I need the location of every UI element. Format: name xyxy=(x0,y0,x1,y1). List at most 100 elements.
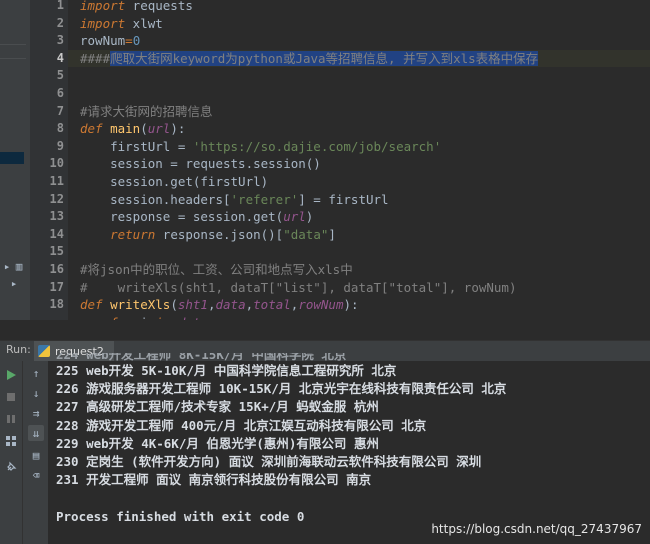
code-token: ] xyxy=(328,226,336,242)
code-area[interactable]: import requests import xlwt rowNum=0 ####爬取… xyxy=(68,0,650,320)
line-number: 15 xyxy=(49,244,64,259)
code-editor[interactable]: ▸ ▥ ▸ 1 2 3 4 5 6 7 8 9 10 11 12 13 14 15 16 17 18 import… xyxy=(0,0,650,320)
code-token: firstUrl = xyxy=(80,138,193,154)
code-token: import xyxy=(80,15,126,31)
code-token: #将json中的职位、工资、公司和地点写入xls中 xyxy=(80,262,353,277)
code-token: ): xyxy=(170,121,186,137)
code-token: requests xyxy=(125,0,193,13)
project-tool-strip: ▸ ▥ ▸ xyxy=(0,0,30,320)
code-token: in xyxy=(155,315,178,320)
scroll-up-icon[interactable]: ↑ xyxy=(28,365,44,381)
code-token: ) xyxy=(305,209,314,225)
line-number: 14 xyxy=(49,226,64,241)
code-line[interactable]: #请求大街网的招聘信息 xyxy=(68,103,650,121)
line-number: 1 xyxy=(56,0,64,12)
code-token: for xyxy=(80,315,140,320)
expand-arrow-icon[interactable]: ▸ xyxy=(6,275,22,291)
pause-icon[interactable] xyxy=(3,411,19,427)
code-line[interactable]: def main(url): xyxy=(68,120,650,138)
code-line[interactable]: session.get(firstUrl) xyxy=(68,173,650,191)
code-token: session.headers[ xyxy=(80,191,231,207)
code-line[interactable]: ####爬取大街网keyword为python或Java等招聘信息, 并写入到x… xyxy=(68,49,650,68)
code-line[interactable] xyxy=(68,85,650,103)
console-actions-toolbar: ↑ ↓ ⇉ ⇊ ▤ ⌫ xyxy=(22,361,49,544)
code-token: "data" xyxy=(283,226,329,242)
line-number: 8 xyxy=(56,121,64,136)
code-line[interactable] xyxy=(68,243,650,261)
code-token: 0 xyxy=(132,33,141,49)
line-number: 6 xyxy=(56,86,64,100)
line-number: 5 xyxy=(56,68,64,83)
pin-icon[interactable] xyxy=(3,459,19,475)
code-line[interactable]: def writeXls(sht1,data,total,rowNum): xyxy=(68,296,650,314)
stop-icon[interactable] xyxy=(3,389,19,405)
line-number: 18 xyxy=(49,297,64,312)
line-number: 16 xyxy=(49,262,64,276)
console-line: 229 web开发 4K-6K/月 伯恩光学(惠州)有限公司 惠州 xyxy=(56,435,379,451)
trash-icon[interactable]: ⌫ xyxy=(28,467,44,483)
code-token: total xyxy=(253,297,291,313)
code-token: xlwt xyxy=(125,15,163,31)
soft-wrap-icon[interactable]: ⇉ xyxy=(28,405,44,421)
code-line[interactable]: return response.json()["data"] xyxy=(68,226,650,244)
code-token: ( xyxy=(140,121,148,137)
code-token: ] = firstUrl xyxy=(298,191,389,207)
code-token: session.get(firstUrl) xyxy=(80,174,269,189)
line-number: 12 xyxy=(49,191,64,206)
code-line[interactable]: rowNum=0 xyxy=(68,32,650,50)
print-icon[interactable]: ▤ xyxy=(28,447,44,463)
code-token: : xyxy=(208,315,216,320)
line-number: 3 xyxy=(56,33,64,48)
console-line: 227 高级研发工程师/技术专家 15K+/月 蚂蚁金服 杭州 xyxy=(56,399,379,415)
code-line[interactable]: firstUrl = 'https://so.dajie.com/job/sea… xyxy=(68,138,650,156)
code-token: = xyxy=(125,33,133,49)
code-token: main xyxy=(110,121,141,137)
code-line[interactable]: import requests xyxy=(68,0,650,15)
process-finished-message: Process finished with exit code 0 xyxy=(56,509,305,524)
layout-icon[interactable] xyxy=(3,433,19,449)
scroll-to-end-icon[interactable]: ⇊ xyxy=(28,425,44,441)
code-line[interactable] xyxy=(68,67,650,85)
bar-chart-icon: ▥ xyxy=(15,259,23,273)
code-token: , xyxy=(245,297,254,313)
code-token: url xyxy=(147,121,171,137)
code-token: return xyxy=(80,226,163,242)
code-line[interactable]: session = requests.session() xyxy=(68,155,650,173)
code-line[interactable]: #将json中的职位、工资、公司和地点写入xls中 xyxy=(68,261,650,279)
line-number: 11 xyxy=(49,174,64,188)
console-line: 230 定岗生 (软件开发方向) 面议 深圳前海联动云软件科技有限公司 深圳 xyxy=(56,454,482,469)
code-line[interactable]: for i in data: xyxy=(68,314,650,320)
code-line[interactable]: session.headers['referer'] = firstUrl xyxy=(68,191,650,209)
code-token: rowNum xyxy=(298,297,344,313)
scroll-down-icon[interactable]: ↓ xyxy=(28,385,44,401)
code-line[interactable]: # writeXls(sht1, dataT["list"], dataT["t… xyxy=(68,279,650,297)
line-number: 7 xyxy=(56,103,64,118)
code-token: 'referer' xyxy=(230,191,299,207)
code-token: ): xyxy=(343,297,359,313)
console-line: 226 游戏服务器开发工程师 10K-15K/月 北京光宇在线科技有限责任公司 … xyxy=(56,381,507,397)
expand-arrow-icon[interactable]: ▸ xyxy=(2,258,12,274)
code-token: response = session.get( xyxy=(80,209,284,225)
console-line-partial: 224 web开发工程师 8K-15K/月 中国科学院 北京 xyxy=(56,353,347,362)
code-token: rowNum xyxy=(80,33,126,49)
code-token: import xyxy=(80,0,126,13)
python-icon xyxy=(38,345,50,357)
code-token: data xyxy=(178,315,208,320)
code-line[interactable]: response = session.get(url) xyxy=(68,208,650,226)
code-line[interactable]: import xlwt xyxy=(68,15,650,33)
code-token: url xyxy=(283,209,306,225)
line-number: 17 xyxy=(49,279,64,294)
console-line: 228 游戏开发工程师 400元/月 北京江娱互动科技有限公司 北京 xyxy=(56,417,427,433)
line-number: 4 xyxy=(56,50,64,65)
code-token: sht1 xyxy=(177,297,208,313)
line-number: 9 xyxy=(56,138,64,153)
code-token: 'https://so.dajie.com/job/search' xyxy=(192,138,442,154)
code-token: #### xyxy=(80,50,111,66)
rerun-icon[interactable] xyxy=(3,367,19,383)
run-actions-toolbar xyxy=(0,361,22,544)
run-label: Run: xyxy=(6,343,31,356)
code-token: def xyxy=(80,121,111,137)
code-token: response.json()[ xyxy=(162,226,284,242)
line-number: 13 xyxy=(49,209,64,224)
code-token: # writeXls(sht1, dataT["list"], dataT["t… xyxy=(80,279,517,295)
